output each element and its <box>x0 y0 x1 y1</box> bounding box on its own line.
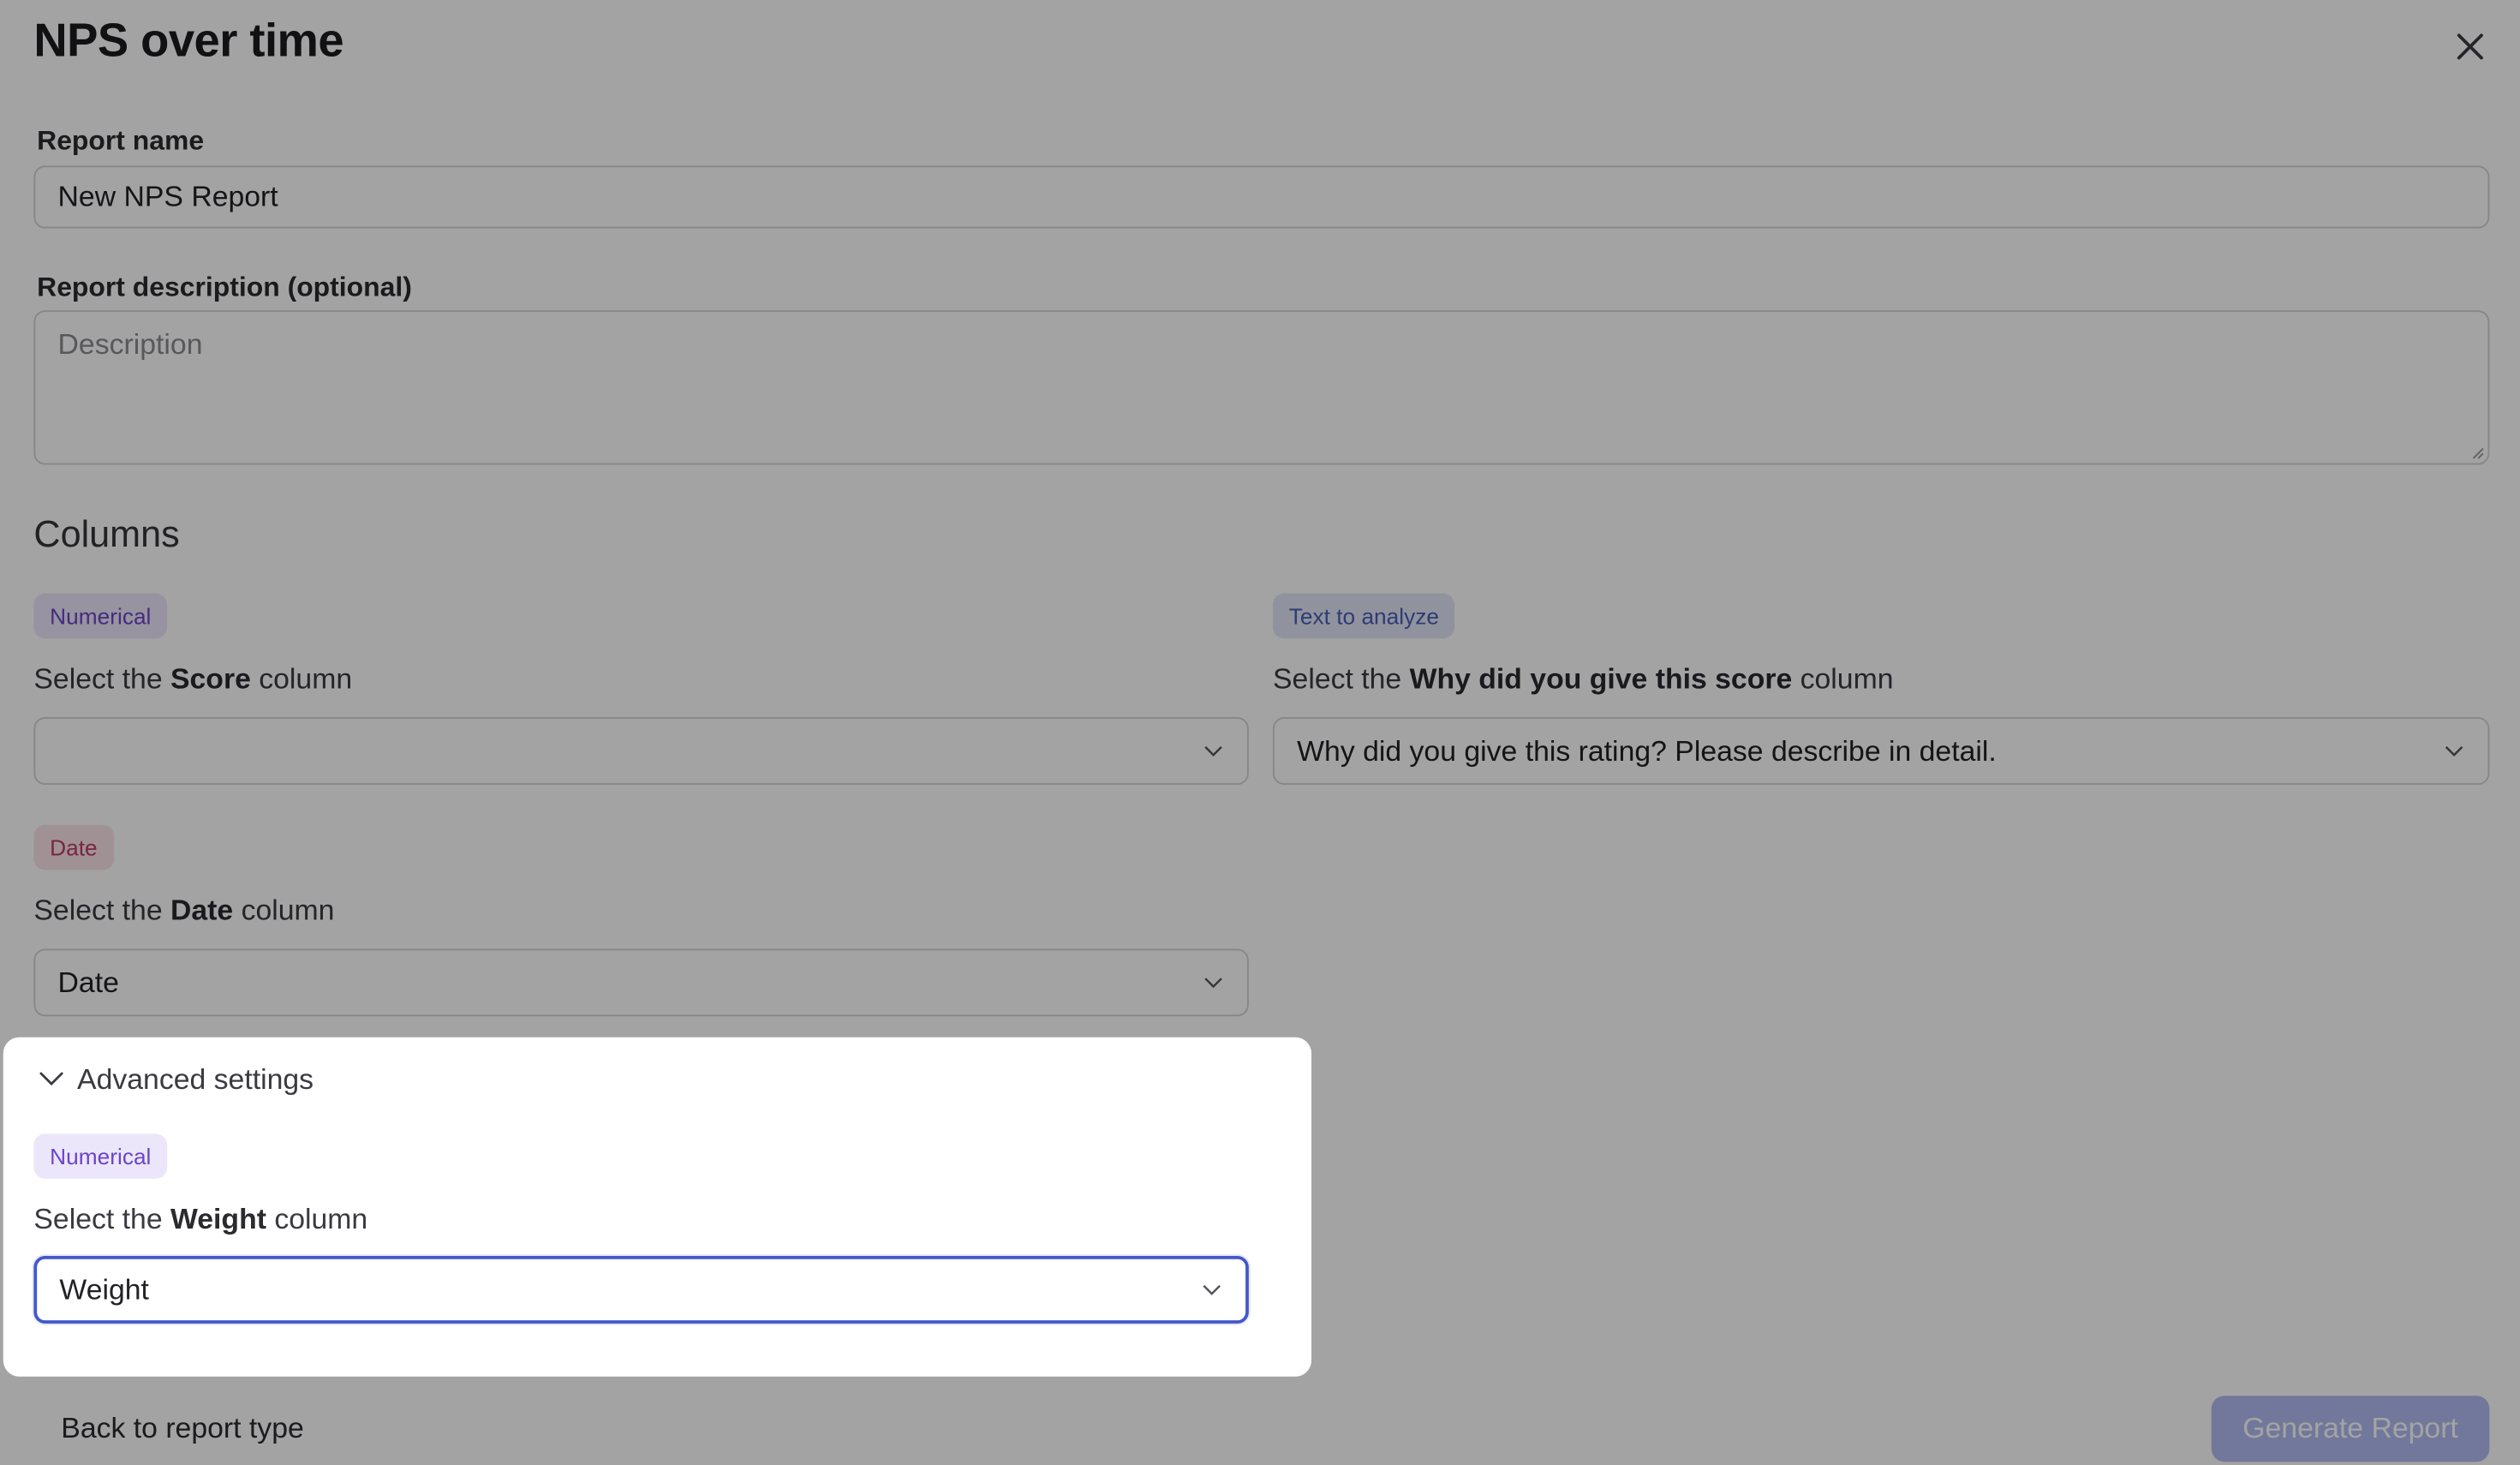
advanced-settings-label: Advanced settings <box>77 1062 314 1096</box>
weight-column-label: Select the Weight column <box>33 1201 367 1236</box>
weight-column-select[interactable]: Weight <box>33 1255 1249 1324</box>
chevron-down-icon <box>1203 1284 1221 1295</box>
weight-type-chip: Numerical <box>33 1133 168 1179</box>
weight-column-value: Weight <box>59 1272 149 1306</box>
advanced-settings-toggle[interactable]: Advanced settings <box>35 1061 314 1097</box>
viewport: NPS over time Report name New NPS Report… <box>0 0 2520 1465</box>
weight-label-bold: Weight <box>170 1203 266 1235</box>
weight-label-prefix: Select the <box>33 1203 171 1235</box>
chevron-down-icon <box>35 1063 68 1096</box>
report-dialog: NPS over time Report name New NPS Report… <box>0 0 2520 1465</box>
weight-label-suffix: column <box>266 1203 368 1235</box>
